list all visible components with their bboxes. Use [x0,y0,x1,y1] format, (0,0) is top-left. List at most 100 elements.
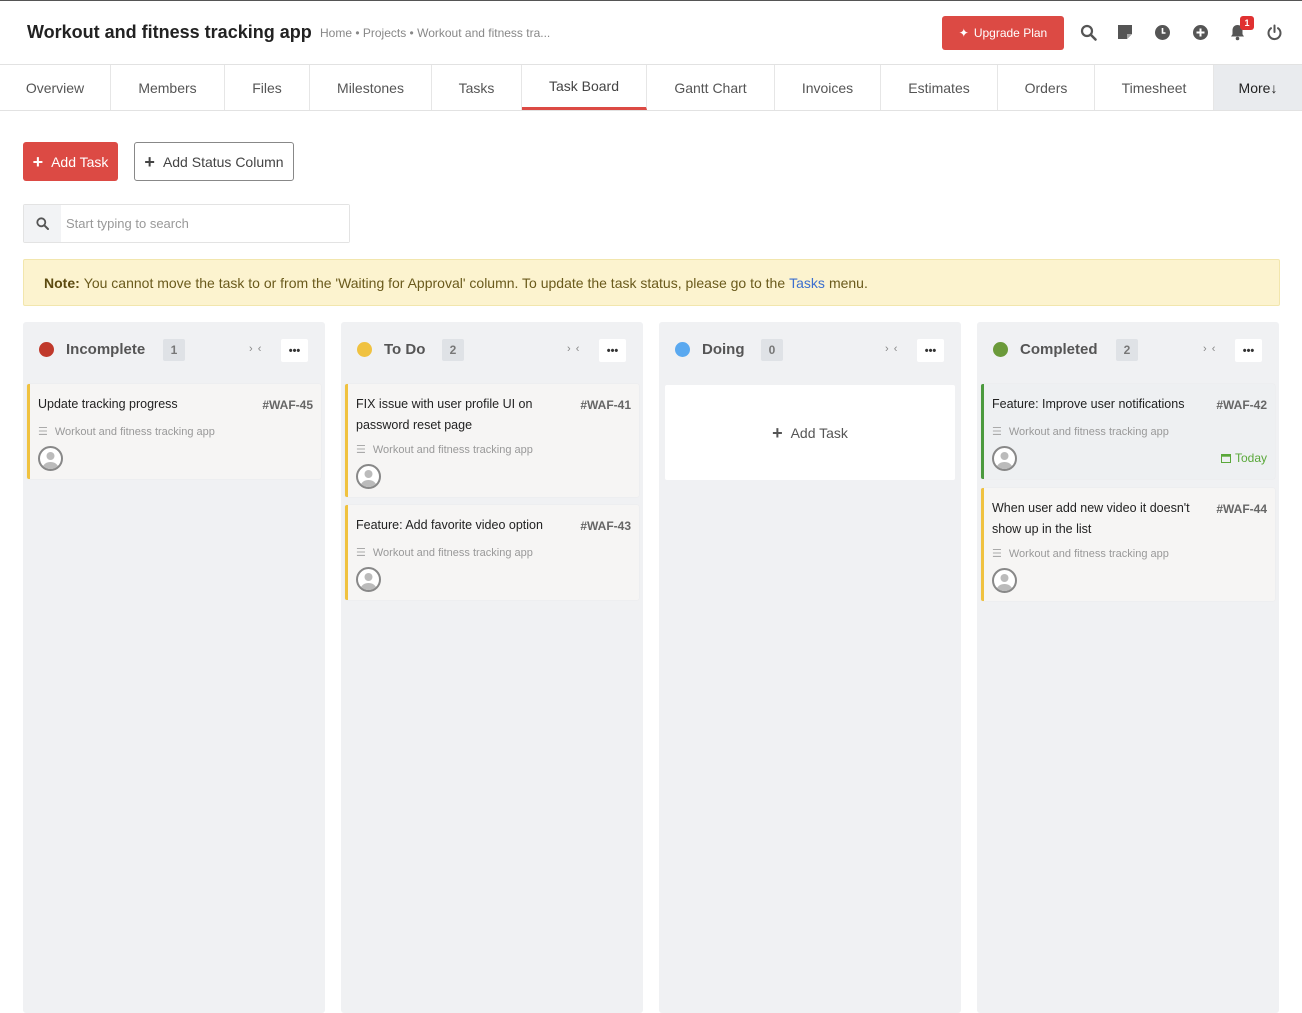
collapse-icon[interactable]: › ‹ [567,343,580,355]
column-menu-button[interactable]: ••• [599,339,626,362]
search-icon[interactable] [1079,23,1097,41]
tab-orders[interactable]: Orders [998,65,1095,110]
layers-icon: ☰ [992,426,1002,438]
plus-icon: + [144,151,155,172]
project-name: Workout and fitness tracking app [372,546,533,559]
task-title: Feature: Add favorite video option [356,518,543,532]
add-task-button[interactable]: + Add Task [23,142,118,181]
notification-badge: 1 [1240,16,1254,30]
due-date-label: Today [1234,451,1267,465]
tab-gantt-chart[interactable]: Gantt Chart [647,65,775,110]
column-doing: Doing 0 › ‹ ••• + Add Task [659,322,961,1013]
upgrade-plan-button[interactable]: ✦ Upgrade Plan [942,16,1064,50]
upgrade-plan-label: Upgrade Plan [973,26,1048,40]
breadcrumb[interactable]: Home • Projects • Workout and fitness tr… [320,26,550,40]
column-to-do: To Do 2 › ‹ ••• FIX issue with user prof… [341,322,643,1013]
column-title: Incomplete [66,341,146,358]
status-dot-icon [675,342,690,357]
clock-icon[interactable] [1153,23,1171,41]
column-count: 1 [163,339,185,361]
tab-task-board[interactable]: Task Board [522,65,647,110]
avatar[interactable] [38,446,63,471]
tab-invoices[interactable]: Invoices [775,65,881,110]
layers-icon: ☰ [38,426,48,438]
add-task-label: Add Task [51,153,109,170]
avatar[interactable] [992,446,1017,471]
layers-icon: ☰ [992,548,1002,560]
layers-icon: ☰ [356,547,366,559]
task-id: #WAF-43 [580,519,631,533]
column-completed: Completed 2 › ‹ ••• Feature: Improve use… [977,322,1279,1013]
column-title: Doing [702,341,745,358]
task-id: #WAF-41 [580,398,631,412]
layers-icon: ☰ [356,444,366,456]
task-title: FIX issue with user profile UI on passwo… [356,397,533,432]
add-status-column-label: Add Status Column [162,153,284,170]
column-incomplete: Incomplete 1 › ‹ ••• Update tracking pro… [23,322,325,1013]
plus-icon: + [32,151,44,172]
search-icon [24,205,61,242]
column-menu-button[interactable]: ••• [281,339,308,362]
avatar[interactable] [356,567,381,592]
collapse-icon[interactable]: › ‹ [885,343,898,355]
column-count: 2 [442,339,464,361]
note-banner: Note: You cannot move the task to or fro… [23,259,1280,306]
power-icon[interactable] [1265,23,1283,41]
note-label: Note: [44,274,80,291]
tab-milestones[interactable]: Milestones [310,65,432,110]
add-status-column-button[interactable]: + Add Status Column [134,142,294,181]
tab-timesheet[interactable]: Timesheet [1095,65,1214,110]
task-card[interactable]: Update tracking progress #WAF-45 ☰ Worko… [27,384,321,479]
tab-more[interactable]: More↓ [1214,65,1302,110]
task-card[interactable]: Feature: Add favorite video option #WAF-… [345,505,639,600]
tab-overview[interactable]: Overview [0,65,111,110]
task-project: ☰ Workout and fitness tracking app [992,425,1169,439]
page-title: Workout and fitness tracking app [27,22,312,42]
top-bar: Workout and fitness tracking app Home • … [0,0,1302,64]
task-project: ☰ Workout and fitness tracking app [356,443,533,457]
column-count: 0 [761,339,783,361]
column-title: Completed [1020,341,1098,358]
task-title: Update tracking progress [38,397,178,411]
tab-members[interactable]: Members [111,65,225,110]
task-card[interactable]: FIX issue with user profile UI on passwo… [345,384,639,497]
status-dot-icon [993,342,1008,357]
task-title: When user add new video it doesn't show … [992,501,1190,536]
sparkle-icon: ✦ [958,26,969,40]
column-title: To Do [384,341,426,358]
collapse-icon[interactable]: › ‹ [249,343,262,355]
tasks-link[interactable]: Tasks [789,275,825,291]
task-id: #WAF-45 [262,398,313,412]
column-header: To Do 2 › ‹ ••• [341,322,643,380]
avatar[interactable] [356,464,381,489]
calendar-icon [1220,454,1231,463]
plus-circle-icon[interactable] [1191,23,1209,41]
column-add-task-button[interactable]: + Add Task [665,385,955,480]
avatar[interactable] [992,568,1017,593]
task-id: #WAF-42 [1216,398,1267,412]
column-header: Doing 0 › ‹ ••• [659,322,961,380]
tab-tasks[interactable]: Tasks [432,65,522,110]
project-name: Workout and fitness tracking app [1008,425,1169,438]
task-card[interactable]: Feature: Improve user notifications #WAF… [981,384,1275,479]
column-header: Completed 2 › ‹ ••• [977,322,1279,380]
task-title: Feature: Improve user notifications [992,397,1185,411]
tab-files[interactable]: Files [225,65,310,110]
tab-estimates[interactable]: Estimates [881,65,998,110]
column-menu-button[interactable]: ••• [1235,339,1262,362]
collapse-icon[interactable]: › ‹ [1203,343,1216,355]
task-id: #WAF-44 [1216,502,1267,516]
project-name: Workout and fitness tracking app [1008,547,1169,560]
task-card[interactable]: When user add new video it doesn't show … [981,488,1275,601]
status-dot-icon [357,342,372,357]
project-tabs: Overview Members Files Milestones Tasks … [0,64,1302,111]
search-box [23,204,350,243]
note-text: You cannot move the task to or from the … [83,274,786,291]
column-header: Incomplete 1 › ‹ ••• [23,322,325,380]
search-input[interactable] [61,205,349,242]
column-menu-button[interactable]: ••• [917,339,944,362]
sticky-note-icon[interactable] [1116,23,1134,41]
note-text-end: menu. [828,274,868,291]
task-project: ☰ Workout and fitness tracking app [356,546,533,560]
due-date-badge: Today [1220,451,1267,465]
